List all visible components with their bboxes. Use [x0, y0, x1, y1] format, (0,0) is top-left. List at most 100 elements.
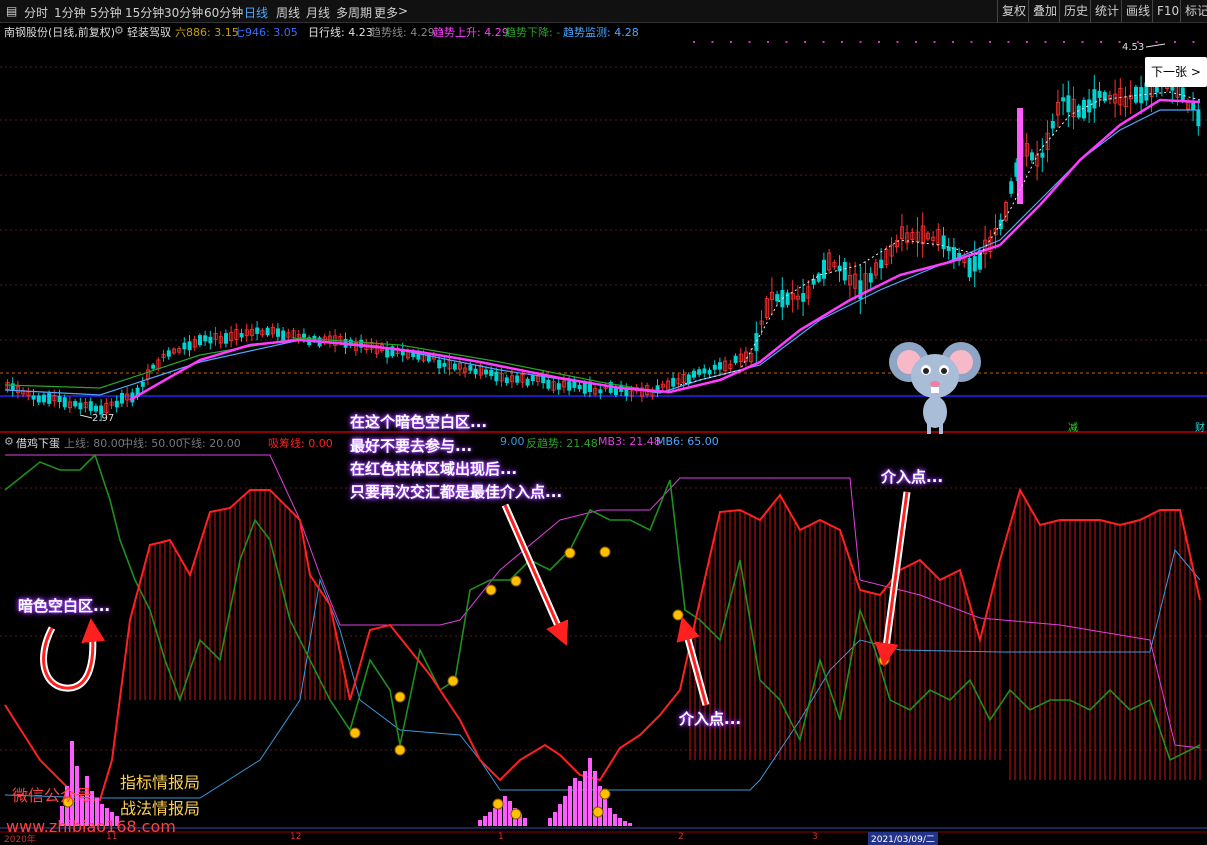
trend-up-value: 趋势上升: 4.29	[433, 26, 509, 39]
tab-period-10[interactable]: 更多	[374, 4, 398, 21]
tab-period-9[interactable]: 多周期	[336, 4, 372, 21]
candle-body	[707, 369, 712, 375]
pink-bar	[618, 818, 622, 826]
chevron-right-icon: >	[1190, 65, 1201, 79]
candle-body	[42, 394, 47, 403]
signal-dot	[841, 41, 843, 43]
candle-body	[1170, 86, 1175, 91]
btn-huaxian[interactable]: 画线	[1121, 0, 1154, 22]
candle-body	[31, 395, 36, 400]
tab-period-4[interactable]: 30分钟	[164, 4, 203, 21]
pink-bar	[593, 771, 597, 826]
candle-body	[166, 350, 171, 357]
tab-period-8[interactable]: 月线	[306, 4, 330, 21]
lower-line-value: 下线: 20.00	[180, 437, 241, 450]
pink-bar	[578, 781, 582, 826]
coin-icon	[485, 584, 497, 596]
candle-body	[1134, 86, 1139, 103]
axis-label-2: 12	[290, 832, 302, 842]
candle-body	[972, 256, 977, 272]
candle-body	[275, 328, 280, 337]
btn-tongji[interactable]: 统计	[1090, 0, 1123, 22]
chevron-right-icon[interactable]: >	[398, 4, 408, 18]
next-image-button[interactable]: 下一张 >	[1145, 57, 1207, 87]
indicator-name-main[interactable]: 轻装驾驭	[127, 24, 171, 40]
settings-icon[interactable]: ⚙	[114, 24, 124, 37]
signal-dot	[896, 41, 899, 43]
pink-bar	[548, 818, 552, 826]
tab-period-1[interactable]: 1分钟	[54, 4, 86, 21]
candle-body	[598, 389, 603, 394]
stock-name[interactable]: 南钢股份(日线,前复权)	[4, 24, 115, 40]
day-line-value: 日行线: 4.23	[308, 26, 373, 39]
coin-icon	[510, 575, 522, 587]
candle-body	[437, 359, 442, 369]
indicator-name[interactable]: 借鸡下蛋	[16, 435, 60, 451]
tab-period-2[interactable]: 5分钟	[90, 4, 122, 21]
candle-body	[692, 370, 697, 378]
signal-dot	[1007, 41, 1010, 43]
axis-label-1: 11	[106, 832, 118, 842]
candle-body	[187, 341, 192, 351]
candle-body	[1066, 95, 1071, 113]
candle-body	[879, 259, 884, 269]
chart-canvas: 4.53 2.97 减 财	[0, 0, 1207, 844]
btn-lishi[interactable]: 历史	[1059, 0, 1092, 22]
signal-dot	[1118, 41, 1121, 43]
candle-body	[208, 336, 213, 344]
signal-dot	[1044, 41, 1047, 43]
candle-body	[801, 293, 806, 302]
signal-dot	[1100, 41, 1102, 43]
pink-bar	[588, 758, 592, 826]
candle-body	[530, 375, 535, 382]
tag-cai: 财	[1195, 421, 1205, 434]
settings-icon[interactable]: ⚙	[4, 435, 14, 448]
candle-body	[1180, 87, 1185, 101]
pink-bar	[583, 771, 587, 826]
axis-label-5: 3	[812, 832, 818, 842]
candle-body	[494, 371, 499, 382]
annotation-note2: 最好不要去参与...	[350, 437, 473, 455]
candle-body	[94, 405, 99, 412]
btn-diejia[interactable]: 叠加	[1028, 0, 1061, 22]
watermark-line1: 指标情报局	[120, 773, 201, 792]
tag-jian: 减	[1068, 422, 1078, 434]
signal-dot	[767, 41, 769, 43]
pink-bar	[568, 786, 572, 826]
candle-body	[577, 384, 582, 390]
candle-body	[182, 342, 187, 350]
btn-biaoji[interactable]: 标记	[1180, 0, 1207, 22]
candle-body	[73, 401, 78, 407]
tab-period-0[interactable]: 分时	[24, 4, 48, 21]
candle-body	[582, 383, 587, 394]
menu-icon[interactable]: ▤	[6, 4, 17, 18]
signal-dot	[1174, 41, 1176, 43]
pink-bar	[628, 823, 632, 826]
coin-icon	[394, 691, 406, 703]
signal-dot	[822, 41, 825, 43]
signal-dot	[915, 41, 917, 43]
pink-bar	[503, 796, 507, 826]
candle-body	[1061, 97, 1066, 102]
signal-dot	[1155, 41, 1158, 43]
candle-body	[1040, 152, 1045, 158]
tab-period-7[interactable]: 周线	[276, 4, 300, 21]
pink-bar	[613, 814, 617, 826]
signal-dot	[1026, 41, 1028, 43]
annotation-dark-zone: 暗色空白区...	[18, 597, 111, 615]
candle-body	[556, 383, 561, 390]
btn-fuquan[interactable]: 复权	[997, 0, 1030, 22]
tab-period-6[interactable]: 日线	[244, 4, 268, 21]
tab-period-3[interactable]: 15分钟	[125, 4, 164, 21]
candle-body	[47, 393, 52, 404]
candle-body	[546, 379, 551, 389]
axis-label-3: 1	[498, 832, 504, 842]
candle-body	[468, 365, 473, 371]
coin-icon	[672, 609, 684, 621]
btn-f10[interactable]: F10	[1152, 0, 1183, 22]
tab-period-5[interactable]: 60分钟	[204, 4, 243, 21]
candle-body	[1196, 109, 1201, 127]
candle-body	[952, 247, 957, 260]
candle-body	[1009, 181, 1014, 194]
candle-body	[281, 330, 286, 341]
